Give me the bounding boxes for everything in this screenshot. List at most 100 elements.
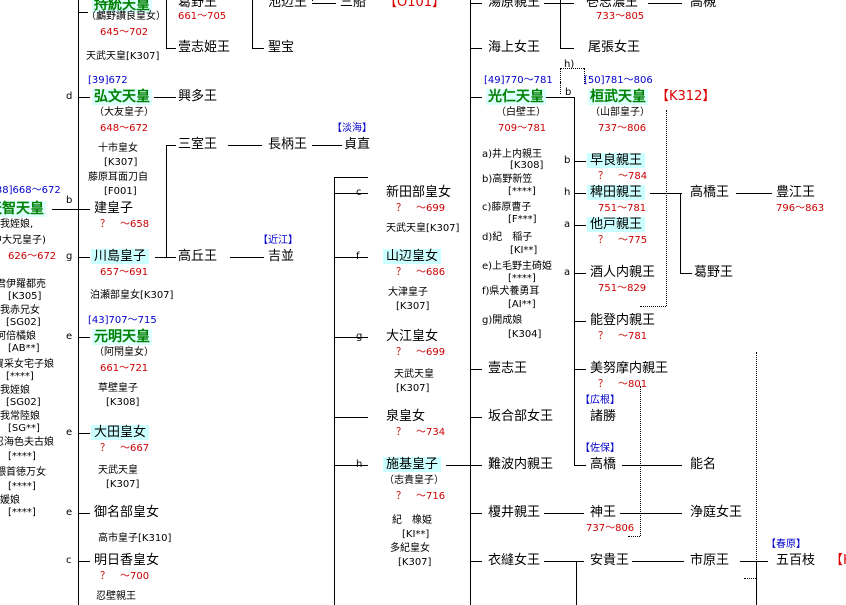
- node-aki: 安貴王: [590, 553, 630, 568]
- node-kadono-years: 661～705: [178, 11, 227, 22]
- spouse-9-ref: [****]: [8, 507, 36, 518]
- node-fujiwara-mimomo: 藤原耳面刀自: [88, 172, 148, 183]
- spouse-1: 越道君伊羅都売: [0, 279, 46, 290]
- wife-e-ref: [****]: [508, 273, 536, 284]
- node-genmei: 元明天皇: [92, 329, 152, 345]
- node-kobun-reign: [39]672: [88, 75, 128, 86]
- node-miwa: 神王: [590, 505, 617, 520]
- clan-omi1: 【淡海】: [332, 123, 372, 134]
- node-osabe-years: ？ ～775: [598, 235, 648, 246]
- marker-g1: g: [66, 251, 73, 262]
- node-genmei-reign: [43]707～715: [88, 315, 157, 326]
- marker-e2: e: [66, 427, 73, 438]
- node-takeru: 建皇子: [94, 201, 134, 216]
- node-ichihara: 市原王: [690, 553, 730, 568]
- node-enoi: 榎井親王: [488, 505, 541, 520]
- node-nagara: 長柄王: [268, 137, 308, 152]
- node-minabe: 御名部皇女: [94, 505, 160, 520]
- node-hieda: 稗田親王: [587, 185, 646, 200]
- wife-d: d)紀 稲子: [482, 232, 533, 243]
- marker-h2: h: [564, 187, 571, 198]
- node-takahashi: 高橋: [590, 457, 617, 472]
- node-yota: 興多王: [178, 89, 218, 104]
- node-taki: 多紀皇女: [390, 543, 430, 554]
- node-shobo: 聖宝: [268, 40, 295, 55]
- node-takechi: 高市皇子[K310]: [98, 533, 172, 544]
- node-hieda-years: 751～781: [598, 203, 647, 214]
- spouse-3-ref: [AB**]: [8, 343, 40, 354]
- wife-d-ref: [KI**]: [510, 245, 538, 256]
- node-yamabe-years: ？ ～686: [396, 267, 446, 278]
- node-ki-tochihime-ref: [KI**]: [402, 529, 430, 540]
- node-hatsusebe: 泊瀬部皇女[K307]: [90, 290, 174, 301]
- clan-omi2: 【近江】: [258, 235, 298, 246]
- wife-c-ref: [F***]: [508, 214, 537, 225]
- spouse-4-ref: [****]: [6, 371, 34, 382]
- node-jito-spouse: 天武天皇[K307]: [86, 51, 160, 62]
- node-shiki-years: ？ ～716: [396, 491, 446, 502]
- node-otsu-ref: [K307]: [396, 301, 430, 312]
- node-minuma-years: ？ ～801: [598, 379, 648, 390]
- node-kawashima: 川島皇子: [91, 249, 150, 264]
- node-noto: 能登内親王: [590, 313, 656, 328]
- node-ichishi: 壹志王: [488, 361, 528, 376]
- node-sawara: 早良親王: [587, 153, 646, 168]
- spouse-1-ref: [K305]: [8, 291, 42, 302]
- node-noto-years: ？ ～781: [598, 331, 648, 342]
- node-kanmu-ref: 【K312】: [656, 89, 716, 104]
- marker-a2: a: [564, 267, 571, 278]
- node-kanmu: 桓武天皇: [588, 89, 648, 105]
- wife-g-ref: [K304]: [508, 329, 542, 340]
- node-tenji-alias1: 蘇我姪娘,: [0, 219, 34, 230]
- wife-f-ref: [AI**]: [508, 299, 536, 310]
- node-yoshina: 能名: [690, 457, 717, 472]
- marker-h-paren: h): [564, 59, 575, 70]
- spouse-8-ref: [****]: [8, 481, 36, 492]
- node-kusakabe-ref: [K308]: [106, 397, 140, 408]
- node-ota-spouse: 天武天皇: [98, 465, 138, 476]
- node-shiki: 施基皇子: [383, 457, 442, 472]
- node-jito-alias: （鸕野讃良皇女）: [86, 11, 166, 22]
- node-ichishihime: 壹志姫王: [178, 40, 231, 55]
- spouse-6: 蘇我常陸娘: [0, 411, 40, 422]
- wife-g: g)開成娘: [482, 315, 523, 326]
- spouse-5-ref: [SG02]: [6, 397, 41, 408]
- node-takaoka: 高丘王: [178, 249, 218, 264]
- node-shiki-alias: （志貴皇子）: [384, 475, 444, 486]
- node-konin-alias: （白壁王）: [496, 107, 546, 118]
- node-kadono: 葛野王: [178, 0, 218, 10]
- marker-b2: b: [565, 87, 572, 98]
- node-sawara-years: ？ ～784: [598, 171, 648, 182]
- wife-e: e)上毛野主碕姫: [482, 261, 553, 272]
- spouse-9: 黒媛娘: [0, 495, 20, 506]
- node-tochi-ref: [K307]: [104, 157, 138, 168]
- spouse-6-ref: [SG**]: [8, 423, 40, 434]
- node-ota: 大田皇女: [91, 425, 150, 440]
- spouse-7: 忍海色夫古娘: [0, 437, 54, 448]
- node-tenji: 天智天皇: [0, 201, 46, 217]
- marker-f: f: [356, 251, 360, 262]
- node-ota-years: ？ ～667: [100, 443, 150, 454]
- node-jotei: 浄庭女王: [690, 505, 743, 520]
- node-konin-reign: [49]770～781: [484, 75, 553, 86]
- node-sakaibe: 坂合部女王: [488, 409, 554, 424]
- spouse-5: 蘇我姪娘: [0, 385, 30, 396]
- node-oe-spouse: 天武天皇: [394, 369, 434, 380]
- node-genmei-years: 661～721: [100, 363, 149, 374]
- node-kadono2: 葛野王: [694, 265, 734, 280]
- wife-b-ref: [****]: [508, 186, 536, 197]
- clan-hirone: 【広根】: [580, 395, 620, 406]
- marker-d: d: [66, 91, 73, 102]
- node-kobun-alias: （大友皇子）: [94, 107, 154, 118]
- node-kinunui: 衣縫女王: [488, 553, 541, 568]
- node-kawashima-years: 657～691: [100, 267, 149, 278]
- node-tenji-years: 626～672: [8, 251, 57, 262]
- node-unakami: 海上女王: [488, 40, 541, 55]
- node-konin: 光仁天皇: [486, 89, 546, 105]
- node-takeru-years: ？ ～658: [100, 219, 150, 230]
- spouse-8: 栗隈首徳万女: [0, 467, 46, 478]
- node-asuka-years: ？ ～700: [100, 571, 150, 582]
- marker-h1: h: [356, 459, 363, 470]
- spouse-4: 伊賀采女宅子娘: [0, 359, 54, 370]
- node-ioe-ref: 【H: [830, 553, 846, 568]
